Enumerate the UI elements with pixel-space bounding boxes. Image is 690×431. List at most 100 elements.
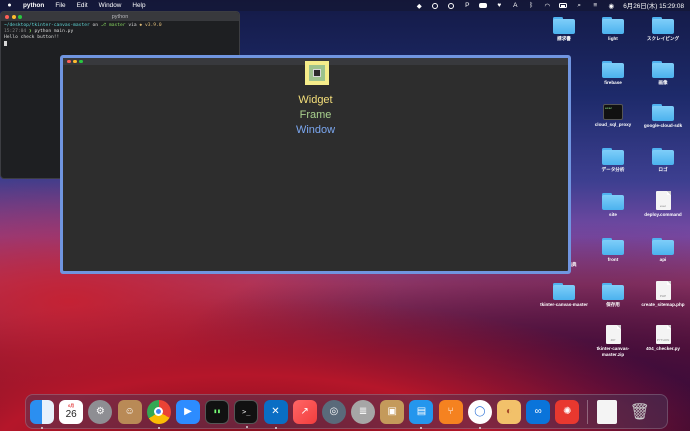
window-controls [63,59,85,64]
desktop-icon-label: api [659,257,667,262]
accessibility-icon[interactable]: A [511,2,519,9]
desktop-icon-label: 保存用 [606,302,620,307]
menu-help[interactable]: Help [132,2,145,9]
preview-icon[interactable]: ◐ [497,399,521,424]
desktop-icon-api[interactable]: api [637,235,689,263]
desktop-icon-site[interactable]: site [587,190,639,218]
desktop-icon-invoice[interactable]: 請求書 [538,14,590,42]
calendar-day: 26 [65,409,77,420]
menu-clock[interactable]: 6月26日(木) 15:29:08 [623,1,684,10]
terminal-titlebar[interactable]: python [1,12,239,21]
siri-icon[interactable]: ◉ [607,2,615,10]
tkinter-window[interactable]: Widget Frame Window [60,55,571,274]
clock-app-icon[interactable]: ✺ [555,399,580,424]
terminal-icon[interactable]: >_ [234,399,259,428]
folder-icon [602,238,624,255]
system-preferences-icon[interactable]: ⚙ [88,399,113,424]
desktop-icon-tkinter-zip[interactable]: ZIP tkinter-canvas-master.zip [587,324,639,357]
close-button[interactable] [67,59,71,64]
archive-utility-icon[interactable]: ▣ [380,399,405,424]
python-launcher-icon[interactable]: ◯ [467,399,492,429]
desktop-icon-label: deploy.command [644,212,682,217]
cloud-icon[interactable] [479,2,488,9]
zoom-icon[interactable]: ▶ [175,399,200,424]
finder-icon[interactable] [30,399,54,429]
downloads-document-icon[interactable] [596,399,617,424]
desktop-icon-firebase[interactable]: firebase [587,58,639,86]
bird-icon[interactable]: ♥ [495,2,503,9]
folder-icon [602,17,624,34]
desktop-icon-label: site [609,212,617,217]
search-icon[interactable]: ⌕ [575,2,583,9]
desktop-icon-scraping[interactable]: スクレイピング [637,14,689,42]
tkinter-canvas[interactable]: Widget Frame Window [63,58,568,271]
quicktime-icon[interactable]: ◎ [321,399,346,424]
menu-window[interactable]: Window [99,2,122,9]
infinity-icon[interactable]: ∞ [526,399,551,424]
desktop-icon-404-checker[interactable]: PYTHON 404_checker.py [637,324,689,352]
desktop-icon-storage[interactable]: 保存用 [587,280,639,308]
widget-chip-icon [313,69,321,77]
desktop-icon-logo[interactable]: ロゴ [637,145,689,173]
desktop-icon-label: front [607,257,619,262]
folder-icon [553,17,575,34]
widget-diagram [305,61,329,85]
python-icon: ◆ [139,23,143,28]
folder-icon [602,193,624,210]
control-center-icon[interactable]: ≡ [591,2,599,9]
menu-edit[interactable]: Edit [77,2,88,9]
desktop-icon-google-cloud-sdk[interactable]: google-cloud-sdk [637,101,689,129]
desktop-icon-label: google-cloud-sdk [643,123,683,128]
desktop-icon-label: create_sitemap.php [641,302,685,307]
menu-file[interactable]: File [55,2,65,9]
vscode-icon[interactable]: ✕ [263,399,288,429]
desktop-icon-front[interactable]: front [587,235,639,263]
desktop-icon-create-sitemap[interactable]: PHP create_sitemap.php [637,280,689,308]
desktop-icon-label: tkinter-canvas-master.zip [596,346,630,357]
sourcetree-icon[interactable]: ⑂ [438,399,463,424]
postman-icon[interactable]: ↗ [292,399,317,424]
battery-icon[interactable] [559,2,568,9]
desktop-icon-tkinter-canvas-master[interactable]: tkinter-canvas-master [538,280,590,308]
desktop-icon-light[interactable]: light [587,14,639,42]
wifi-icon[interactable]: ◠ [543,2,551,10]
chrome-icon[interactable] [146,399,171,429]
desktop-icon-cloud-sql-proxy[interactable]: exec cloud_sql_proxy [587,101,639,128]
sync-icon[interactable] [447,2,455,9]
dock: 6月 26 ⚙ ☺ ▶ ▮▮ >_ ✕ ↗ ◎ ≣ ▣ ▤ ⑂ ◯ ◐ ∞ ✺ … [25,394,668,429]
label-window: Window [295,124,336,136]
calendar-icon[interactable]: 6月 26 [59,399,84,424]
dropbox-icon[interactable]: ◆ [415,2,423,10]
label-widget: Widget [298,94,333,106]
bluetooth-icon[interactable]: ᛒ [527,2,535,9]
executable-icon: exec [603,104,623,120]
prompt-arrow-icon: ❯ [28,29,32,34]
cursor-line [4,41,236,48]
menu-bar: ● python File Edit Window Help ◆ P ♥ A ᛒ… [0,0,690,11]
prompt-on: on [92,23,99,28]
prompt-version: v3.9.0 [144,23,162,28]
trash-icon[interactable]: 🗑 [628,400,652,424]
prompt-time: 15:27:04 [4,29,27,34]
terminal-output[interactable]: ~/desktop/tkinter-canvas-master on ⎇ mas… [1,21,239,50]
menu-app-name[interactable]: python [23,2,44,9]
zoom-button[interactable] [79,59,83,64]
sequel-pro-icon[interactable]: ≣ [351,399,376,424]
docker-icon[interactable]: ▤ [409,399,434,429]
desktop-icon-data-analysis[interactable]: データ分析 [587,145,639,173]
rec-icon[interactable] [431,2,439,9]
desktop-icon-deploy-command[interactable]: exec deploy.command [637,190,689,218]
minimize-button[interactable] [73,59,77,64]
activity-monitor-icon[interactable]: ▮▮ [205,399,230,424]
desktop-icon-label: ロゴ [658,167,668,172]
folder-icon [602,283,624,300]
folder-icon [602,148,624,165]
desktop-icon-label: light [608,36,618,41]
desktop-icon-label: firebase [604,80,622,85]
desktop-icon-label: 画像 [658,80,668,85]
desktop-icon-images[interactable]: 画像 [637,58,689,86]
contacts-icon[interactable]: ☺ [117,399,142,424]
apple-icon[interactable]: ● [6,2,13,9]
pixelmator-icon[interactable]: P [463,2,471,9]
folder-icon [652,148,674,165]
